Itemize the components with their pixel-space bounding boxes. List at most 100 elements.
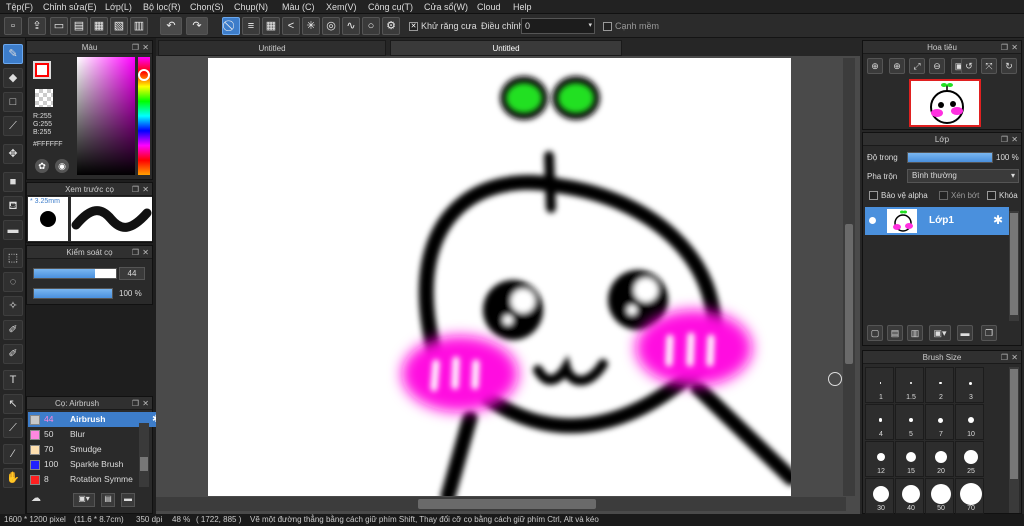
- tab-untitled-2[interactable]: Untitled: [390, 40, 622, 56]
- undo-icon[interactable]: ↶: [160, 17, 182, 35]
- brush-size-cell[interactable]: 2: [925, 367, 954, 403]
- operation-tool-icon[interactable]: ↖: [3, 394, 23, 414]
- close-icon[interactable]: ✕: [1011, 133, 1018, 146]
- undock-icon[interactable]: ❐: [1001, 41, 1008, 54]
- layer-settings-gear-icon[interactable]: ✱: [993, 213, 1003, 227]
- layers-toggle-icon[interactable]: ▥: [130, 17, 148, 35]
- select-eraser-tool-icon[interactable]: ✐: [3, 344, 23, 364]
- snap-settings-icon[interactable]: ⚙: [382, 17, 400, 35]
- snap-off-icon[interactable]: ⃠: [222, 17, 240, 35]
- undock-icon[interactable]: ❐: [1001, 351, 1008, 364]
- color-wheel-icon[interactable]: ◉: [55, 159, 69, 173]
- brush-size-cell[interactable]: 30: [865, 478, 894, 514]
- curve-snap-icon[interactable]: ∿: [342, 17, 360, 35]
- menu-filter[interactable]: Bộ lọc(R): [143, 2, 181, 12]
- zoom-in-icon[interactable]: ⊕: [867, 58, 883, 74]
- scroll-thumb[interactable]: [845, 224, 853, 364]
- tab-untitled-1[interactable]: Untitled: [158, 40, 386, 56]
- lock-checkbox[interactable]: [987, 191, 996, 200]
- concentric-snap-icon[interactable]: ◎: [322, 17, 340, 35]
- brush-tool-icon[interactable]: ✎: [3, 44, 23, 64]
- open-file-icon[interactable]: ⇪: [28, 17, 46, 35]
- menu-tools[interactable]: Công cụ(T): [368, 2, 413, 12]
- redo-icon[interactable]: ↷: [186, 17, 208, 35]
- new-layer-8bit-icon[interactable]: ▤: [887, 325, 903, 341]
- menu-color[interactable]: Màu (C): [282, 2, 315, 12]
- rect-select-tool-icon[interactable]: ⬚: [3, 248, 23, 268]
- zoom-out-icon[interactable]: ⊖: [929, 58, 945, 74]
- menu-cloud[interactable]: Cloud: [477, 2, 501, 12]
- close-icon[interactable]: ✕: [142, 397, 149, 410]
- menu-view[interactable]: Xem(V): [326, 2, 357, 12]
- menu-select[interactable]: Chọn(S): [190, 2, 224, 12]
- fill-rect-tool-icon[interactable]: ■: [3, 172, 23, 192]
- undock-icon[interactable]: ❐: [132, 246, 139, 259]
- eraser-tool-icon[interactable]: ◆: [3, 68, 23, 88]
- layer-list-scrollbar[interactable]: [1009, 211, 1019, 321]
- brush-size-cell[interactable]: 15: [895, 441, 924, 477]
- navigator-preview[interactable]: [909, 79, 981, 127]
- antialias-checkbox[interactable]: ✕: [409, 22, 418, 31]
- protect-alpha-checkbox[interactable]: [869, 191, 878, 200]
- brush-cloud-icon[interactable]: ☁: [31, 493, 45, 507]
- lasso-tool-icon[interactable]: ◌: [3, 272, 23, 292]
- new-layer-icon[interactable]: ▢: [867, 325, 883, 341]
- brush-size-scrollbar[interactable]: [1009, 367, 1019, 513]
- brush-size-cell[interactable]: 40: [895, 478, 924, 514]
- radial-snap-icon[interactable]: ✳: [302, 17, 320, 35]
- move-tool-icon[interactable]: ✥: [3, 144, 23, 164]
- undock-icon[interactable]: ❐: [1001, 133, 1008, 146]
- close-icon[interactable]: ✕: [142, 183, 149, 196]
- document-icon[interactable]: ▦: [90, 17, 108, 35]
- scroll-thumb[interactable]: [140, 457, 148, 471]
- text-tool-icon[interactable]: T: [3, 370, 23, 390]
- brush-list-scrollbar[interactable]: [139, 423, 149, 487]
- duplicate-brush-icon[interactable]: ▤: [101, 493, 115, 507]
- grid-snap-icon[interactable]: ▦: [262, 17, 280, 35]
- add-layer-menu-icon[interactable]: ▣▾: [929, 325, 951, 341]
- gradient-tool-icon[interactable]: ▬: [3, 220, 23, 240]
- scroll-thumb[interactable]: [1010, 369, 1018, 479]
- brush-size-cell[interactable]: 1.5: [895, 367, 924, 403]
- brush-size-cell[interactable]: 3: [955, 367, 984, 403]
- undock-icon[interactable]: ❐: [132, 183, 139, 196]
- zoom-in-icon[interactable]: ⊕: [889, 58, 905, 74]
- brush-size-cell[interactable]: 25: [955, 441, 984, 477]
- horizontal-scrollbar[interactable]: [156, 497, 846, 511]
- rotate-right-icon[interactable]: ↻: [1001, 58, 1017, 74]
- perspective-snap-icon[interactable]: <: [282, 17, 300, 35]
- menu-edit[interactable]: Chỉnh sửa(E): [43, 2, 97, 12]
- brush-size-cell[interactable]: 20: [925, 441, 954, 477]
- close-icon[interactable]: ✕: [142, 246, 149, 259]
- fit-icon[interactable]: ⤢: [909, 58, 925, 74]
- transparent-color-swatch[interactable]: [35, 89, 53, 107]
- menu-window[interactable]: Cửa sổ(W): [424, 2, 468, 12]
- visibility-eye-icon[interactable]: [869, 217, 876, 224]
- brush-size-cell[interactable]: 12: [865, 441, 894, 477]
- layer-opacity-slider[interactable]: [907, 152, 993, 163]
- blend-mode-select[interactable]: Bình thường ▾: [907, 169, 1019, 183]
- new-layer-1bit-icon[interactable]: ▥: [907, 325, 923, 341]
- drawing-canvas[interactable]: [208, 58, 791, 496]
- layer-row[interactable]: Lớp1 ✱: [865, 207, 1009, 235]
- fullscreen-icon[interactable]: ⤧: [981, 58, 997, 74]
- menu-help[interactable]: Help: [513, 2, 532, 12]
- clipping-checkbox[interactable]: [939, 191, 948, 200]
- saturation-value-picker[interactable]: [77, 57, 135, 175]
- correction-select[interactable]: 0 ▾: [521, 18, 595, 34]
- soft-edge-checkbox[interactable]: [603, 22, 612, 31]
- hue-handle[interactable]: [138, 69, 150, 81]
- close-icon[interactable]: ✕: [142, 41, 149, 54]
- divide-tool-icon[interactable]: ⟋: [3, 418, 23, 438]
- brush-size-slider[interactable]: [33, 268, 117, 279]
- brush-size-cell[interactable]: 70: [955, 478, 984, 514]
- scroll-thumb[interactable]: [1010, 213, 1018, 315]
- new-file-icon[interactable]: ▫: [4, 17, 22, 35]
- menu-capture[interactable]: Chụp(N): [234, 2, 268, 12]
- undock-icon[interactable]: ❐: [132, 41, 139, 54]
- menu-file[interactable]: Tệp(F): [6, 2, 33, 12]
- brush-size-cell[interactable]: 50: [925, 478, 954, 514]
- circle-snap-icon[interactable]: ○: [362, 17, 380, 35]
- close-icon[interactable]: ✕: [1011, 41, 1018, 54]
- brush-size-cell[interactable]: 4: [865, 404, 894, 440]
